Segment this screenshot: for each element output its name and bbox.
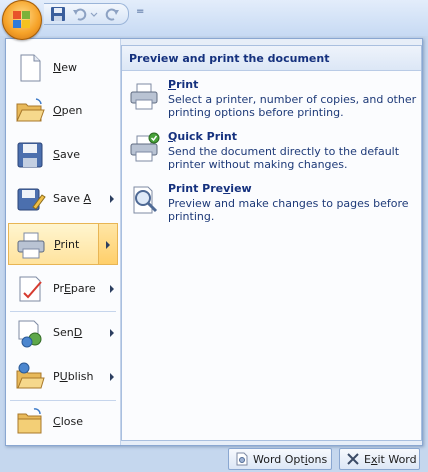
submenu-item-quick-print[interactable]: Quick Print Send the document directly t…: [128, 130, 416, 178]
menu-left-pane: New Open Save Save A Print PrEpare SenD …: [6, 39, 121, 445]
send-icon: [18, 320, 42, 348]
menu-item-prepare[interactable]: PrEpare: [8, 268, 118, 310]
save-icon[interactable]: [50, 6, 66, 22]
floppy-disk-icon: [17, 142, 43, 168]
submenu-item-print-preview[interactable]: Print Preview Preview and make changes t…: [128, 182, 416, 230]
prepare-document-icon: [19, 276, 42, 302]
submenu-item-description: Preview and make changes to pages before…: [168, 197, 409, 223]
menu-item-publish[interactable]: PUblish: [8, 356, 118, 398]
submenu-toggle[interactable]: [98, 224, 117, 264]
office-logo-icon: [13, 11, 31, 29]
magnifier-icon: [133, 186, 158, 214]
menu-item-close[interactable]: Close: [8, 401, 118, 443]
menu-item-send[interactable]: SenD: [8, 312, 118, 354]
chevron-down-icon[interactable]: [90, 6, 98, 22]
customize-toolbar-icon[interactable]: =: [136, 6, 144, 17]
office-button[interactable]: [2, 0, 42, 40]
chevron-right-icon: [106, 241, 110, 249]
exit-word-button[interactable]: Exit Word: [339, 448, 420, 470]
chevron-right-icon: [110, 329, 114, 337]
quick-print-icon: [130, 132, 160, 162]
office-menu: New Open Save Save A Print PrEpare SenD …: [5, 38, 423, 446]
chevron-right-icon: [110, 373, 114, 381]
open-folder-icon: [16, 98, 45, 122]
options-document-icon: [236, 452, 248, 466]
close-folder-icon: [17, 408, 42, 434]
word-options-button[interactable]: Word Options: [228, 448, 332, 470]
undo-icon[interactable]: [72, 6, 88, 22]
menu-item-save[interactable]: Save: [8, 134, 118, 176]
menu-item-print[interactable]: Print: [8, 223, 118, 265]
submenu-title: Preview and print the document: [129, 52, 330, 65]
quick-access-toolbar: [44, 3, 129, 25]
printer-icon: [17, 232, 45, 259]
chevron-right-icon: [110, 285, 114, 293]
menu-item-new[interactable]: New: [8, 47, 118, 89]
menu-item-open[interactable]: Open: [8, 90, 118, 132]
chevron-right-icon: [110, 195, 114, 203]
printer-icon: [130, 83, 158, 110]
print-submenu: Preview and print the document Print Sel…: [121, 45, 422, 441]
submenu-item-print[interactable]: Print Select a printer, number of copies…: [128, 78, 416, 126]
save-as-icon: [17, 188, 46, 211]
redo-icon[interactable]: [104, 6, 120, 22]
new-document-icon: [20, 54, 41, 82]
close-icon: [347, 453, 359, 465]
submenu-header: Preview and print the document: [122, 46, 421, 71]
submenu-item-description: Select a printer, number of copies, and …: [168, 93, 417, 119]
menu-item-save-as[interactable]: Save A: [8, 178, 118, 220]
submenu-item-description: Send the document directly to the defaul…: [168, 145, 400, 171]
publish-icon: [16, 362, 45, 389]
